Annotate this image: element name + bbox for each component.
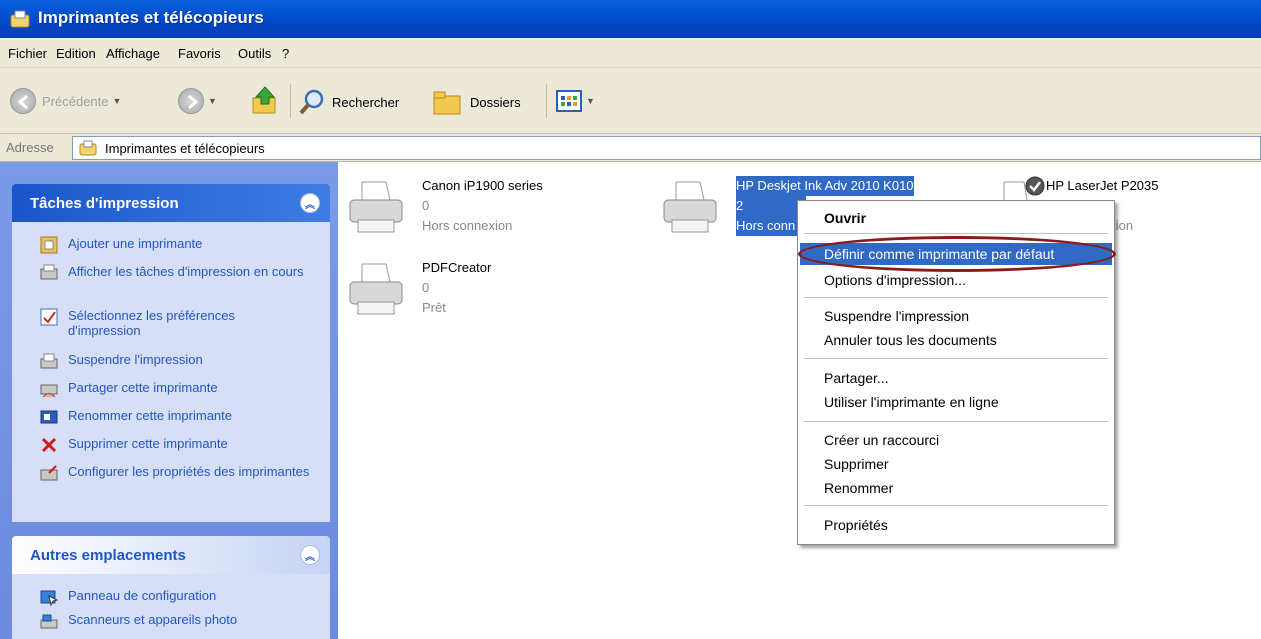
menu-help[interactable]: ?: [282, 46, 289, 61]
folders-button[interactable]: Dossiers: [432, 88, 521, 116]
printer-icon: [346, 176, 408, 238]
task-view-print-queue[interactable]: Afficher les tâches d'impression en cour…: [40, 264, 310, 282]
print-tasks-header[interactable]: Tâches d'impression ︽: [12, 184, 330, 222]
task-pane: Tâches d'impression ︽ Ajouter une imprim…: [0, 162, 338, 639]
menu-item-set-default[interactable]: Définir comme imprimante par défaut: [800, 243, 1112, 265]
printer-folder-icon: [79, 140, 97, 156]
menu-item-properties[interactable]: Propriétés: [800, 514, 1112, 536]
printer-folder-icon: [10, 10, 30, 28]
printer-status: Hors connexion: [422, 218, 513, 233]
task-share-printer[interactable]: Partager cette imprimante: [40, 380, 310, 398]
up-folder-icon: [252, 86, 276, 114]
printer-name: PDFCreator: [422, 260, 492, 275]
printer-docs: 2: [736, 196, 806, 216]
menu-item-create-shortcut[interactable]: Créer un raccourci: [800, 429, 1112, 451]
back-arrow-icon: [10, 88, 36, 114]
forward-arrow-icon: [178, 88, 204, 114]
share-printer-icon: [40, 380, 58, 398]
search-label: Rechercher: [332, 94, 400, 110]
task-rename-printer[interactable]: Renommer cette imprimante: [40, 408, 310, 426]
collapse-chevron-icon[interactable]: ︽: [300, 545, 320, 565]
menu-item-print-options[interactable]: Options d'impression...: [800, 269, 1112, 291]
printer-status: Hors conn: [736, 216, 806, 236]
menu-fichier[interactable]: Fichier: [8, 46, 47, 61]
menu-separator: [804, 297, 1108, 298]
printer-status: Prêt: [422, 300, 446, 315]
menu-bar: Fichier Edition Affichage Favoris Outils…: [0, 38, 1261, 68]
menu-item-rename[interactable]: Renommer: [800, 477, 1112, 499]
back-label: Précédente: [42, 93, 109, 109]
scanner-camera-icon: [40, 612, 58, 630]
task-print-preferences[interactable]: Sélectionnez les préférences d'impressio…: [40, 308, 310, 338]
menu-outils[interactable]: Outils: [238, 46, 271, 61]
printer-name: HP Deskjet Ink Adv 2010 K010: [736, 176, 914, 196]
printer-item-pdfcreator[interactable]: PDFCreator 0 Prêt: [346, 258, 491, 320]
menu-item-share[interactable]: Partager...: [800, 367, 1112, 389]
print-tasks-title: Tâches d'impression: [30, 194, 179, 212]
printer-docs: 0: [422, 280, 430, 295]
menu-separator: [804, 421, 1108, 422]
printer-docs: 0: [422, 198, 430, 213]
search-button[interactable]: Rechercher: [298, 88, 399, 116]
printer-name: Canon iP1900 series: [422, 178, 543, 193]
chevron-down-icon[interactable]: ▼: [113, 96, 122, 106]
task-delete-printer[interactable]: Supprimer cette imprimante: [40, 436, 310, 454]
search-icon: [299, 89, 324, 115]
menu-favoris[interactable]: Favoris: [178, 46, 221, 61]
place-scanners-cameras[interactable]: Scanneurs et appareils photo: [40, 612, 310, 630]
other-places-body: Panneau de configuration Scanneurs et ap…: [12, 574, 330, 639]
add-printer-icon: [40, 236, 58, 254]
menu-separator: [804, 505, 1108, 506]
delete-icon: [40, 436, 58, 454]
preferences-icon: [40, 308, 58, 326]
printer-name: HP LaserJet P2035: [1046, 178, 1159, 193]
address-field[interactable]: Imprimantes et télécopieurs: [72, 136, 1261, 160]
folders-icon: [433, 91, 461, 115]
printer-icon: [346, 258, 408, 320]
menu-item-cancel-all[interactable]: Annuler tous les documents: [800, 329, 1112, 351]
toolbar-separator: [546, 84, 547, 118]
address-value: Imprimantes et télécopieurs: [105, 140, 265, 156]
toolbar: Précédente ▼ ▼ Rechercher Dossiers ▼: [0, 68, 1261, 134]
print-tasks-body: Ajouter une imprimante Afficher les tâch…: [12, 222, 330, 522]
menu-separator: [804, 358, 1108, 359]
print-queue-icon: [40, 264, 58, 282]
task-printer-properties[interactable]: Configurer les propriétés des imprimante…: [40, 464, 310, 482]
control-panel-icon: [40, 588, 59, 607]
address-bar: Adresse Imprimantes et télécopieurs: [0, 134, 1261, 162]
address-label: Adresse: [6, 140, 54, 155]
printer-properties-icon: [40, 464, 58, 482]
chevron-down-icon[interactable]: ▼: [208, 96, 217, 106]
views-button[interactable]: ▼: [556, 90, 595, 112]
toolbar-separator: [290, 84, 291, 118]
forward-button[interactable]: ▼: [178, 88, 217, 114]
chevron-down-icon[interactable]: ▼: [586, 96, 595, 106]
collapse-chevron-icon[interactable]: ︽: [300, 193, 320, 213]
up-folder-button[interactable]: [250, 84, 280, 116]
task-pause-printing[interactable]: Suspendre l'impression: [40, 352, 310, 370]
menu-separator: [804, 233, 1108, 234]
title-bar: Imprimantes et télécopieurs: [0, 0, 1261, 38]
menu-item-pause-printing[interactable]: Suspendre l'impression: [800, 305, 1112, 327]
context-menu: Ouvrir Définir comme imprimante par défa…: [797, 200, 1115, 545]
printer-icon: [660, 176, 722, 238]
window-title: Imprimantes et télécopieurs: [38, 8, 264, 27]
task-add-printer[interactable]: Ajouter une imprimante: [40, 236, 310, 254]
printer-item-canon[interactable]: Canon iP1900 series 0 Hors connexion: [346, 176, 543, 238]
folders-label: Dossiers: [470, 94, 521, 110]
menu-affichage[interactable]: Affichage: [106, 46, 160, 61]
menu-item-use-online[interactable]: Utiliser l'imprimante en ligne: [800, 391, 1112, 413]
pause-printer-icon: [40, 352, 58, 370]
other-places-title: Autres emplacements: [30, 546, 186, 564]
menu-item-delete[interactable]: Supprimer: [800, 453, 1112, 475]
place-control-panel[interactable]: Panneau de configuration: [40, 588, 310, 607]
back-button[interactable]: Précédente ▼: [10, 88, 121, 114]
other-places-header[interactable]: Autres emplacements ︽: [12, 536, 330, 574]
views-grid-icon: [556, 90, 582, 112]
menu-edition[interactable]: Edition: [56, 46, 96, 61]
rename-icon: [40, 408, 58, 426]
menu-item-open[interactable]: Ouvrir: [800, 207, 1112, 229]
